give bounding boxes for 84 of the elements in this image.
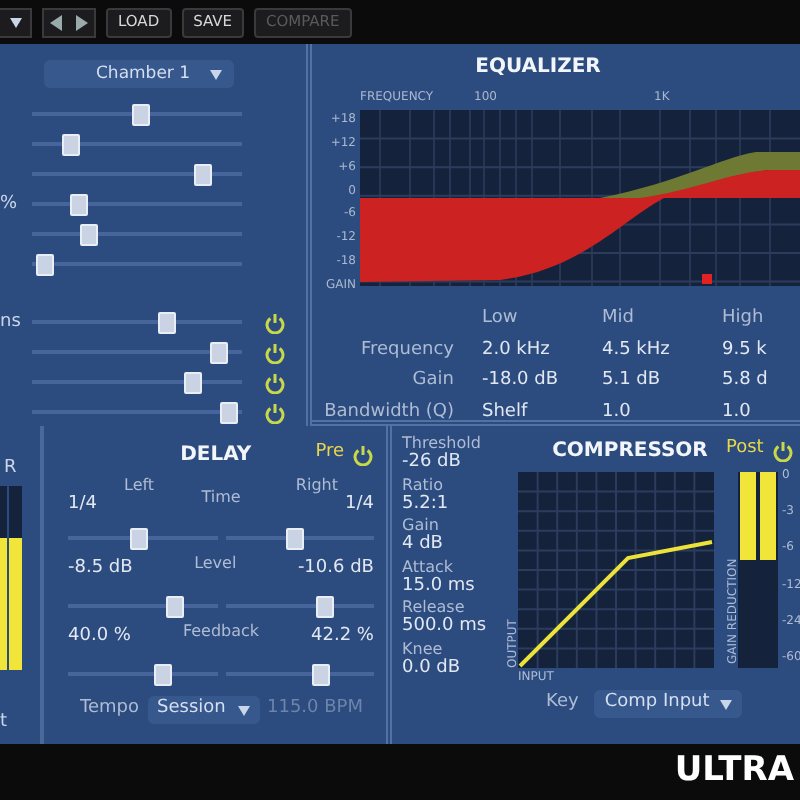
param-label: Knee bbox=[402, 639, 445, 658]
slider-thumb[interactable] bbox=[311, 663, 330, 685]
row-label: Gain bbox=[410, 368, 456, 394]
slider-thumb[interactable] bbox=[183, 372, 202, 394]
power-icon[interactable] bbox=[263, 402, 285, 424]
slider-thumb[interactable] bbox=[193, 164, 212, 186]
slider-thumb[interactable] bbox=[80, 224, 98, 246]
value-text: 1.0 bbox=[722, 399, 753, 425]
key-dropdown[interactable]: Comp Input bbox=[594, 690, 743, 718]
param-label: Threshold bbox=[402, 434, 483, 452]
value-text: 42.2 % bbox=[311, 624, 374, 650]
row-label: Bandwidth (Q) bbox=[322, 399, 456, 425]
power-icon[interactable] bbox=[263, 312, 285, 334]
panel-title: COMPRESSOR bbox=[550, 437, 710, 465]
value-text: -10.6 dB bbox=[297, 556, 374, 582]
slider-thumb[interactable] bbox=[166, 595, 185, 617]
value-text: 40.0 % bbox=[68, 624, 131, 650]
param-label: Gain bbox=[402, 516, 439, 535]
key-label: Key bbox=[546, 690, 579, 717]
value-text: 1/4 bbox=[68, 492, 97, 518]
value-text: 2.0 kHz bbox=[482, 337, 552, 363]
slider-thumb[interactable] bbox=[131, 104, 150, 126]
meter-label: R bbox=[4, 455, 17, 481]
mode-label: Pre bbox=[315, 440, 344, 467]
column-header: Mid bbox=[602, 306, 636, 332]
channel-label: Left bbox=[124, 474, 155, 492]
caret-icon bbox=[210, 69, 222, 79]
slider-label: % bbox=[0, 193, 18, 214]
value-text: 4 dB bbox=[402, 534, 445, 556]
eq-graph[interactable] bbox=[360, 110, 800, 286]
panel-title: DELAY bbox=[178, 441, 254, 469]
column-header: High bbox=[722, 306, 766, 332]
value-text: 5.1 dB bbox=[602, 368, 663, 394]
caret-icon bbox=[237, 705, 249, 715]
power-icon[interactable] bbox=[263, 342, 285, 364]
caret-icon bbox=[720, 699, 733, 709]
brand-logo: ULTRA bbox=[674, 748, 794, 795]
value-text: 500.0 ms bbox=[402, 616, 489, 638]
slider-thumb[interactable] bbox=[286, 527, 305, 549]
param-label: Level bbox=[194, 552, 237, 576]
value-text: -26 dB bbox=[402, 452, 463, 474]
power-icon[interactable] bbox=[352, 443, 374, 465]
previous-icon[interactable] bbox=[48, 13, 68, 31]
channel-label: Right bbox=[295, 474, 338, 492]
value-text: Shelf bbox=[482, 399, 530, 425]
slider-thumb[interactable] bbox=[130, 527, 149, 549]
value-text: 1/4 bbox=[345, 492, 374, 518]
panel-title: EQUALIZER bbox=[473, 54, 603, 82]
slider-thumb[interactable] bbox=[316, 595, 335, 617]
power-icon[interactable] bbox=[263, 372, 285, 394]
value-text: 1.0 bbox=[602, 399, 633, 425]
param-label: Release bbox=[402, 598, 467, 617]
value-text: -18.0 dB bbox=[482, 368, 561, 394]
slider-thumb[interactable] bbox=[70, 194, 89, 216]
value-text: 5.2:1 bbox=[402, 493, 451, 515]
value-text: 5.8 d bbox=[722, 368, 770, 394]
row-label: Frequency bbox=[359, 337, 456, 363]
tempo-label: Tempo bbox=[80, 696, 139, 723]
caret-icon bbox=[9, 17, 21, 27]
value-text: -8.5 dB bbox=[68, 556, 133, 582]
param-label: Attack bbox=[402, 557, 456, 576]
slider-thumb[interactable] bbox=[35, 254, 54, 276]
preset-dropdown[interactable]: Chamber 1 bbox=[44, 60, 234, 88]
slider-thumb[interactable] bbox=[158, 312, 177, 334]
slider-thumb[interactable] bbox=[154, 663, 173, 685]
slider-thumb[interactable] bbox=[220, 402, 239, 424]
bpm-text: 115.0 BPM bbox=[267, 696, 363, 723]
param-label: Ratio bbox=[402, 475, 446, 494]
column-header: Low bbox=[482, 306, 520, 332]
value-text: 9.5 k bbox=[722, 337, 769, 363]
tempo-dropdown[interactable]: Session bbox=[147, 696, 259, 724]
next-icon[interactable] bbox=[70, 13, 90, 31]
param-label: Feedback bbox=[182, 620, 260, 644]
value-text: 4.5 kHz bbox=[602, 337, 672, 363]
mode-label: Post bbox=[725, 436, 764, 463]
slider-label: ns bbox=[0, 311, 21, 332]
slider-thumb[interactable] bbox=[210, 342, 229, 364]
power-icon[interactable] bbox=[771, 439, 794, 461]
meter-label: t bbox=[0, 712, 8, 732]
dropdown[interactable] bbox=[0, 7, 32, 37]
value-text: 0.0 dB bbox=[402, 657, 463, 679]
param-label: Time bbox=[201, 486, 241, 510]
slider-thumb[interactable] bbox=[62, 134, 81, 156]
value-text: 15.0 ms bbox=[402, 575, 477, 597]
